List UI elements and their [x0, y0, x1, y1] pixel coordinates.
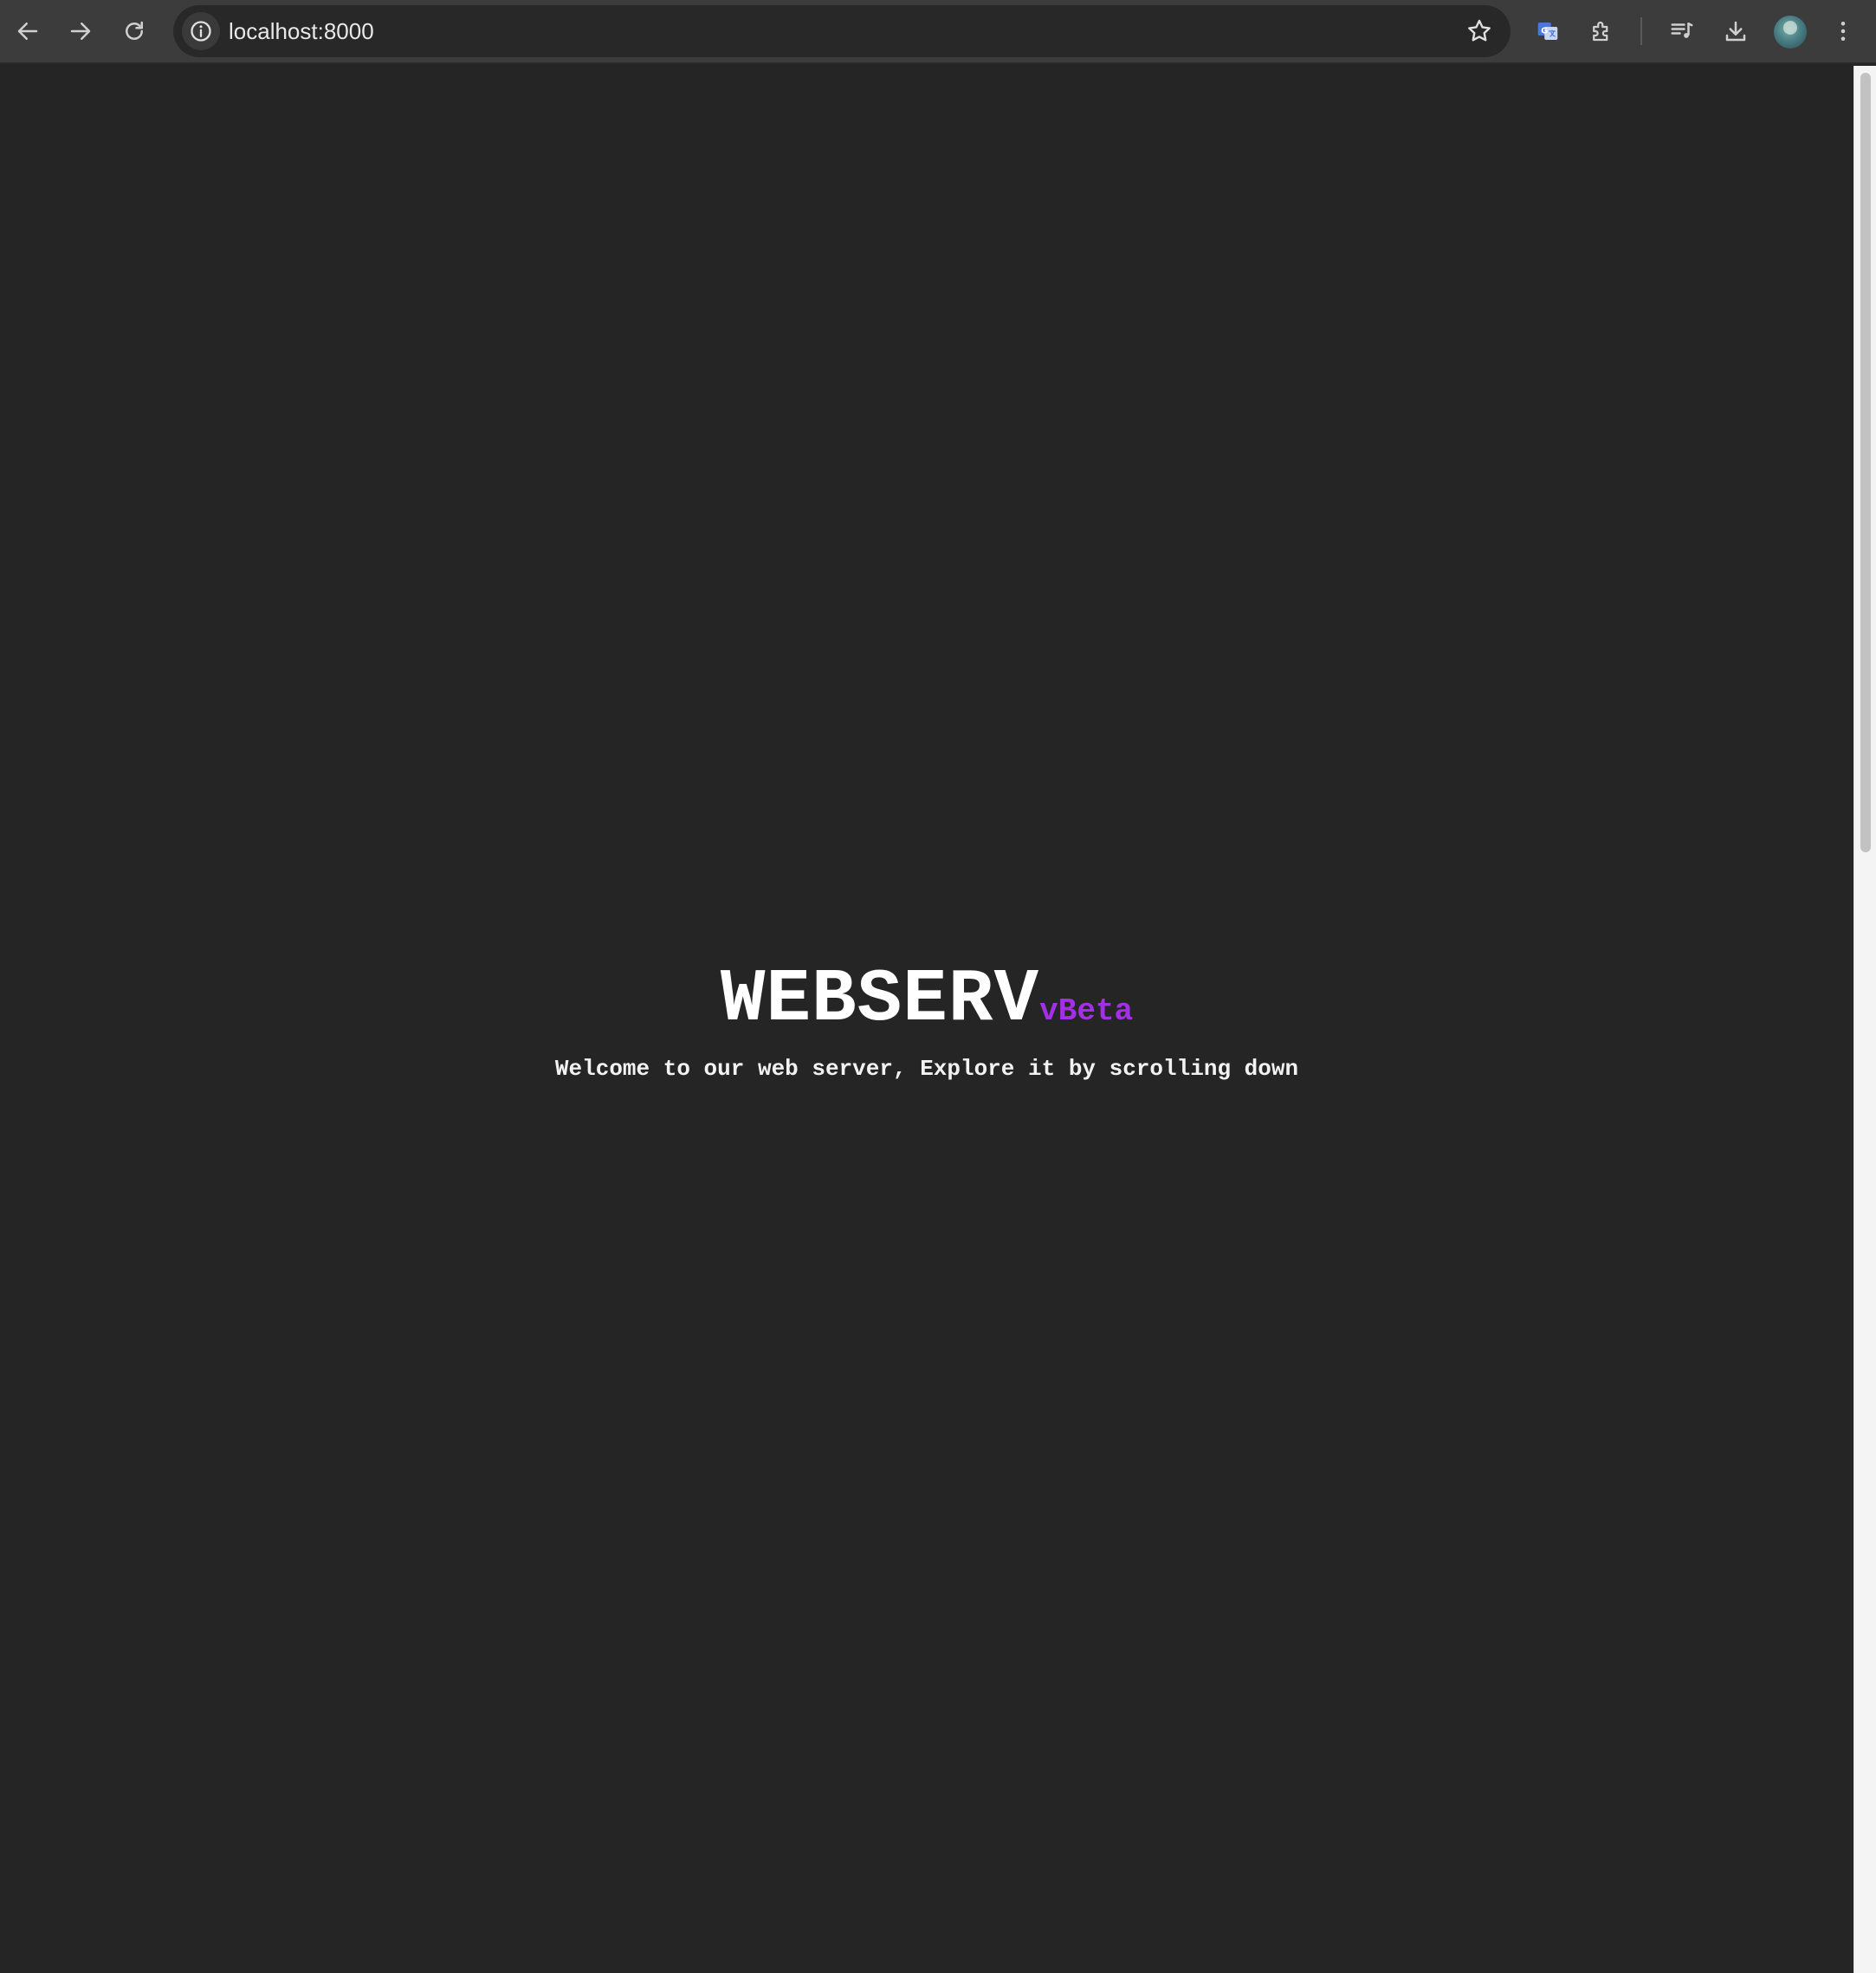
arrow-right-icon: [70, 23, 91, 40]
download-icon: [1725, 21, 1746, 42]
page-title: WEBSERV: [720, 957, 1040, 1042]
browser-window: localhost:8000 G WEBSERVvBeta Welcome to…: [0, 0, 1876, 1973]
forward-button[interactable]: [60, 10, 101, 52]
reload-button[interactable]: [113, 10, 155, 52]
translate-icon: G: [1537, 23, 1558, 40]
reload-icon: [126, 21, 143, 40]
menu-button[interactable]: [1822, 10, 1864, 52]
version-badge: vBeta: [1039, 993, 1134, 1029]
toolbar-divider: [1640, 17, 1642, 45]
title-row: WEBSERVvBeta: [721, 962, 1133, 1037]
hero-section: WEBSERVvBeta Welcome to our web server, …: [0, 962, 1853, 1082]
scrollbar-thumb[interactable]: [1860, 73, 1871, 852]
puzzle-icon: [1593, 21, 1608, 42]
page-subtitle: Welcome to our web server, Explore it by…: [554, 1056, 1299, 1082]
extensions-button[interactable]: [1581, 10, 1622, 52]
avatar[interactable]: [1774, 16, 1807, 49]
downloads-button[interactable]: [1715, 10, 1756, 52]
bookmark-button[interactable]: [1464, 16, 1495, 47]
arrow-left-icon: [17, 23, 38, 40]
media-queue-icon: [1671, 23, 1693, 38]
vertical-scrollbar[interactable]: [1853, 66, 1876, 1973]
translate-button[interactable]: G: [1527, 10, 1569, 52]
svg-text:G: G: [1541, 27, 1548, 36]
star-icon: [1468, 19, 1491, 42]
info-icon: [191, 21, 211, 42]
site-info-button[interactable]: [182, 12, 220, 50]
kebab-menu-icon: [1840, 22, 1846, 41]
browser-toolbar: localhost:8000 G: [0, 0, 1876, 64]
media-button[interactable]: [1661, 10, 1703, 52]
back-button[interactable]: [7, 10, 49, 52]
url-text[interactable]: localhost:8000: [229, 5, 374, 57]
address-bar[interactable]: localhost:8000: [173, 5, 1511, 57]
page-content: WEBSERVvBeta Welcome to our web server, …: [0, 66, 1853, 1973]
